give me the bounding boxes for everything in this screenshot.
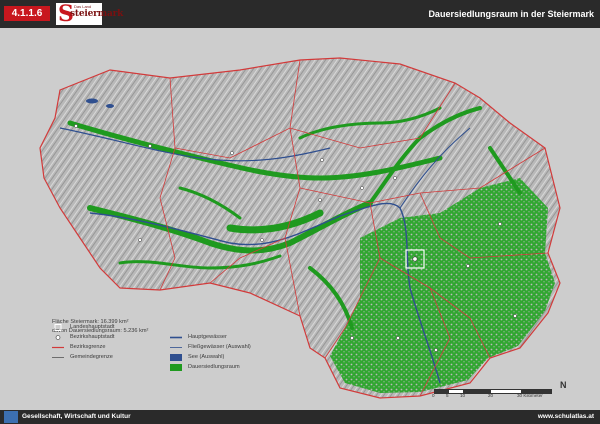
district-capital-marker: [320, 158, 324, 162]
legend-item-settlement: Dauersiedlungsraum: [170, 364, 310, 373]
north-label: N: [560, 380, 567, 390]
district-capital-marker: [350, 336, 354, 340]
logo-wordmark: steiermark: [70, 9, 124, 19]
footer-section: Gesellschaft, Wirtschaft und Kultur: [22, 413, 131, 420]
header-bar: 4.1.1.6 S Das Land steiermark Dauersiedl…: [0, 0, 600, 28]
main-river-symbol-icon: [170, 336, 182, 339]
map-title: Dauersiedlungsraum in der Steiermark: [428, 9, 594, 19]
district-capital-marker: [230, 151, 234, 155]
lake-symbol-icon: [170, 354, 182, 361]
district-capital-marker: [396, 336, 400, 340]
graz-capital-dot: [412, 256, 418, 262]
stream-symbol-icon: [170, 347, 182, 348]
district-capital-marker: [466, 264, 470, 268]
district-capital-marker: [138, 238, 142, 242]
scale-label: 5: [446, 393, 449, 398]
district-capital-marker: [260, 238, 264, 242]
footer-bar: Gesellschaft, Wirtschaft und Kultur www.…: [0, 410, 600, 424]
legend-item-stream: Fließgewässer (Auswahl): [170, 344, 310, 353]
legend-label: Hauptgewässer: [188, 334, 227, 340]
legend-label: Fließgewässer (Auswahl): [188, 344, 251, 350]
district-capital-symbol-icon: [55, 335, 61, 340]
steiermark-logo: S Das Land steiermark: [56, 1, 123, 27]
legend-label: Gemeindegrenze: [70, 354, 113, 360]
north-arrow-icon: N: [560, 380, 567, 390]
district-capital-marker: [74, 124, 78, 128]
map-number-badge: 4.1.1.6: [4, 6, 50, 21]
lake: [106, 104, 114, 108]
district-capital-marker: [360, 186, 364, 190]
legend-label: Dauersiedlungsraum: [188, 364, 240, 370]
people-group-icon: [4, 411, 18, 423]
legend-item-state-capital: Landeshauptstadt: [52, 324, 192, 333]
district-capital-marker: [513, 314, 517, 318]
scale-label: 30 Kilometer: [517, 393, 543, 398]
legend-label: Landeshauptstadt: [70, 324, 115, 330]
district-capital-marker: [148, 144, 152, 148]
legend-item-main-river: Hauptgewässer: [170, 334, 310, 343]
lake: [86, 98, 98, 104]
scale-bar: 0 5 10 20 30 Kilometer: [418, 381, 578, 403]
district-capital-marker: [393, 176, 397, 180]
district-border-symbol-icon: [52, 346, 64, 349]
scale-label: 0: [432, 393, 435, 398]
district-capital-marker: [318, 198, 322, 202]
district-capital-marker: [434, 348, 438, 352]
district-capital-marker: [498, 222, 502, 226]
legend-label: See (Auswahl): [188, 354, 225, 360]
legend-label: Bezirksgrenze: [70, 344, 106, 350]
legend-label: Bezirkshauptstadt: [70, 334, 115, 340]
footer-website[interactable]: www.schulatlas.at: [538, 413, 594, 420]
map-panel: Fläche Steiermark: 16.399 km² davon Daue…: [0, 28, 600, 410]
municipal-border-symbol-icon: [52, 357, 64, 358]
page: 4.1.1.6 S Das Land steiermark Dauersiedl…: [0, 0, 600, 424]
scale-label: 10: [460, 393, 466, 398]
scale-label: 20: [488, 393, 494, 398]
state-capital-symbol-icon: [54, 324, 62, 331]
settlement-symbol-icon: [170, 364, 182, 371]
legend-item-lake: See (Auswahl): [170, 354, 310, 363]
